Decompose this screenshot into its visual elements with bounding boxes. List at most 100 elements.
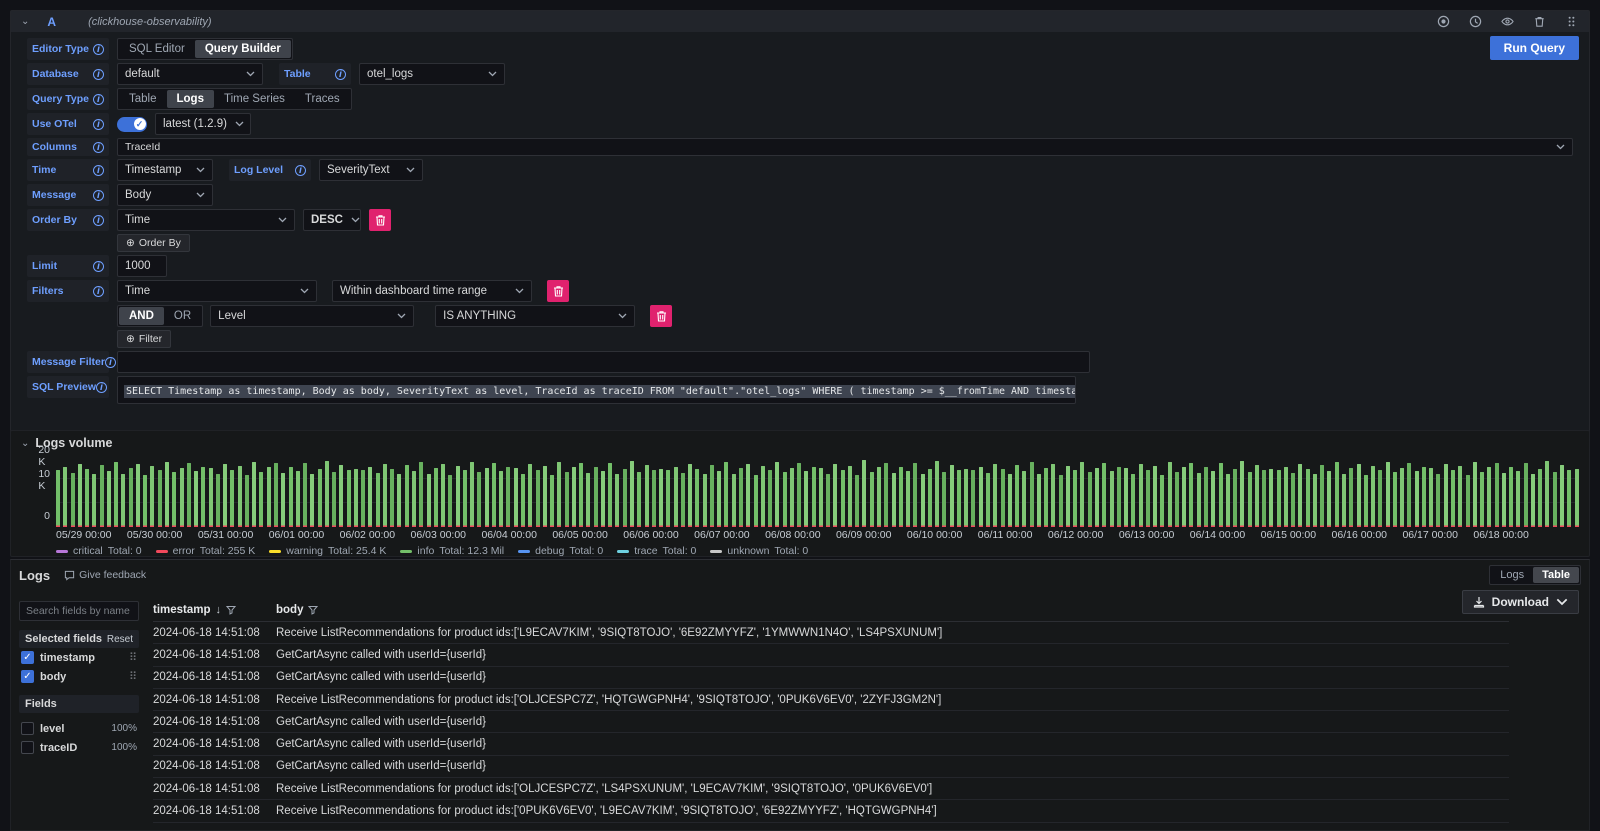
collapse-panel-icon[interactable]: ⌄ <box>21 438 29 449</box>
table-row[interactable]: 2024-06-18 14:51:08Receive ListRecommend… <box>153 689 1509 711</box>
table-row[interactable]: 2024-06-18 14:51:08Receive ListRecommend… <box>153 800 1509 822</box>
collapse-query-icon[interactable]: ⌄ <box>21 16 29 27</box>
checkbox-unchecked[interactable] <box>21 722 34 735</box>
legend-item-debug[interactable]: debugTotal: 0 <box>518 545 603 557</box>
info-icon[interactable]: i <box>93 69 104 80</box>
order-by-field-select[interactable]: Time <box>117 209 295 231</box>
info-icon[interactable]: i <box>105 357 116 368</box>
x-tick-label: 06/03 00:00 <box>411 529 466 541</box>
message-filter-input[interactable] <box>117 351 1090 373</box>
filter-funnel-icon[interactable] <box>226 605 236 615</box>
info-icon[interactable]: i <box>93 261 104 272</box>
legend-item-error[interactable]: errorTotal: 255 K <box>156 545 256 557</box>
info-icon[interactable]: i <box>96 382 107 393</box>
view-table-option[interactable]: Table <box>1533 567 1579 583</box>
filter1-operator-select[interactable]: Within dashboard time range <box>332 280 532 302</box>
info-icon[interactable]: i <box>93 142 104 153</box>
trash-icon[interactable] <box>1531 14 1547 30</box>
query-header: ⌄ A (clickhouse-observability) <box>11 11 1589 32</box>
filter-op-and[interactable]: AND <box>119 307 164 325</box>
legend-item-trace[interactable]: traceTotal: 0 <box>617 545 696 557</box>
info-icon[interactable]: i <box>93 44 104 55</box>
filter2-field-select[interactable]: Level <box>210 305 414 327</box>
drag-handle-icon[interactable] <box>1563 14 1579 30</box>
search-fields-input[interactable] <box>19 601 139 621</box>
checkbox-checked[interactable]: ✓ <box>21 651 34 664</box>
sort-desc-icon[interactable]: ↓ <box>216 604 222 616</box>
checkbox-checked[interactable]: ✓ <box>21 670 34 683</box>
database-select[interactable]: default <box>117 63 263 85</box>
editor-type-builder[interactable]: Query Builder <box>195 40 291 58</box>
table-row[interactable]: 2024-06-18 14:51:08GetCartAsync called w… <box>153 644 1509 666</box>
use-otel-toggle[interactable]: ✓ <box>117 117 147 132</box>
body-column-header[interactable]: body <box>276 604 318 616</box>
table-select[interactable]: otel_logs <box>359 63 505 85</box>
filter-op-or[interactable]: OR <box>164 307 201 325</box>
info-icon[interactable]: i <box>93 119 104 130</box>
query-type-traces[interactable]: Traces <box>295 90 350 108</box>
table-row[interactable]: 2024-06-18 14:51:08GetCartAsync called w… <box>153 733 1509 755</box>
history-icon[interactable] <box>1467 14 1483 30</box>
field-percentage: 100% <box>111 742 137 753</box>
editor-type-sql[interactable]: SQL Editor <box>119 40 195 58</box>
remove-order-by-button[interactable] <box>369 209 391 231</box>
table-row[interactable]: 2024-06-18 14:51:08GetCartAsync called w… <box>153 667 1509 689</box>
volume-bar <box>870 472 874 527</box>
legend-item-warning[interactable]: warningTotal: 25.4 K <box>269 545 386 557</box>
volume-bar <box>1509 467 1513 527</box>
sql-preview-box[interactable]: SELECT Timestamp as timestamp, Body as b… <box>117 376 1076 404</box>
view-logs-option[interactable]: Logs <box>1491 567 1533 583</box>
query-type-table[interactable]: Table <box>119 90 167 108</box>
eye-icon[interactable] <box>1499 14 1515 30</box>
message-column-select[interactable]: Body <box>117 184 213 206</box>
info-icon[interactable]: i <box>93 215 104 226</box>
timestamp-column-header[interactable]: timestamp ↓ <box>153 604 276 616</box>
volume-bar <box>594 467 598 527</box>
log-level-select[interactable]: SeverityText <box>319 159 423 181</box>
info-icon[interactable]: i <box>93 286 104 297</box>
filter2-operator-select[interactable]: IS ANYTHING <box>435 305 635 327</box>
table-row[interactable]: 2024-06-18 14:51:08Receive ListRecommend… <box>153 778 1509 800</box>
table-row[interactable]: 2024-06-18 14:51:08GetCartAsync called w… <box>153 711 1509 733</box>
logs-volume-panel: ⌄ Logs volume 20 K 10 K 0 05/29 00:0005/… <box>10 430 1590 557</box>
run-query-button[interactable]: Run Query <box>1490 36 1579 60</box>
columns-multiselect[interactable]: TraceId <box>117 138 1573 156</box>
otel-version-select[interactable]: latest (1.2.9) <box>155 113 251 135</box>
filter1-field-select[interactable]: Time <box>117 280 317 302</box>
legend-color-icon <box>156 550 168 553</box>
remove-filter2-button[interactable] <box>650 305 672 327</box>
drag-handle-icon[interactable]: ⠿ <box>129 670 137 683</box>
limit-input[interactable] <box>117 255 167 277</box>
table-row[interactable]: 2024-06-18 14:51:08GetCartAsync called w… <box>153 756 1509 778</box>
info-icon[interactable]: i <box>335 69 346 80</box>
drag-handle-icon[interactable]: ⠿ <box>129 651 137 664</box>
add-order-by-button[interactable]: ⊕ Order By <box>117 234 190 252</box>
table-row[interactable]: 2024-06-18 14:51:08Receive ListRecommend… <box>153 622 1509 644</box>
legend-item-unknown[interactable]: unknownTotal: 0 <box>710 545 808 557</box>
database-label: Databasei <box>27 63 109 85</box>
logs-volume-title[interactable]: ⌄ Logs volume <box>11 431 1589 455</box>
remove-filter1-button[interactable] <box>547 280 569 302</box>
query-type-label: Query Typei <box>27 88 109 110</box>
info-icon[interactable]: i <box>93 94 104 105</box>
give-feedback-link[interactable]: Give feedback <box>64 569 146 581</box>
info-icon[interactable]: i <box>295 165 306 176</box>
info-icon[interactable]: i <box>93 165 104 176</box>
query-type-logs[interactable]: Logs <box>167 90 214 108</box>
download-button[interactable]: Download <box>1462 590 1579 614</box>
order-by-direction-select[interactable]: DESC <box>303 209 361 231</box>
checkbox-unchecked[interactable] <box>21 741 34 754</box>
query-type-timeseries[interactable]: Time Series <box>214 90 295 108</box>
legend-item-info[interactable]: infoTotal: 12.3 Mil <box>400 545 504 557</box>
reset-fields-link[interactable]: Reset <box>107 634 133 645</box>
time-column-select[interactable]: Timestamp <box>117 159 213 181</box>
volume-bar <box>1233 469 1237 527</box>
add-filter-button[interactable]: ⊕ Filter <box>117 330 171 348</box>
volume-bar <box>1480 472 1484 527</box>
duplicate-icon[interactable] <box>1435 14 1451 30</box>
info-icon[interactable]: i <box>93 190 104 201</box>
volume-bar <box>100 465 104 527</box>
legend-item-critical[interactable]: criticalTotal: 0 <box>56 545 142 557</box>
x-tick-label: 06/04 00:00 <box>481 529 536 541</box>
filter-funnel-icon[interactable] <box>308 605 318 615</box>
